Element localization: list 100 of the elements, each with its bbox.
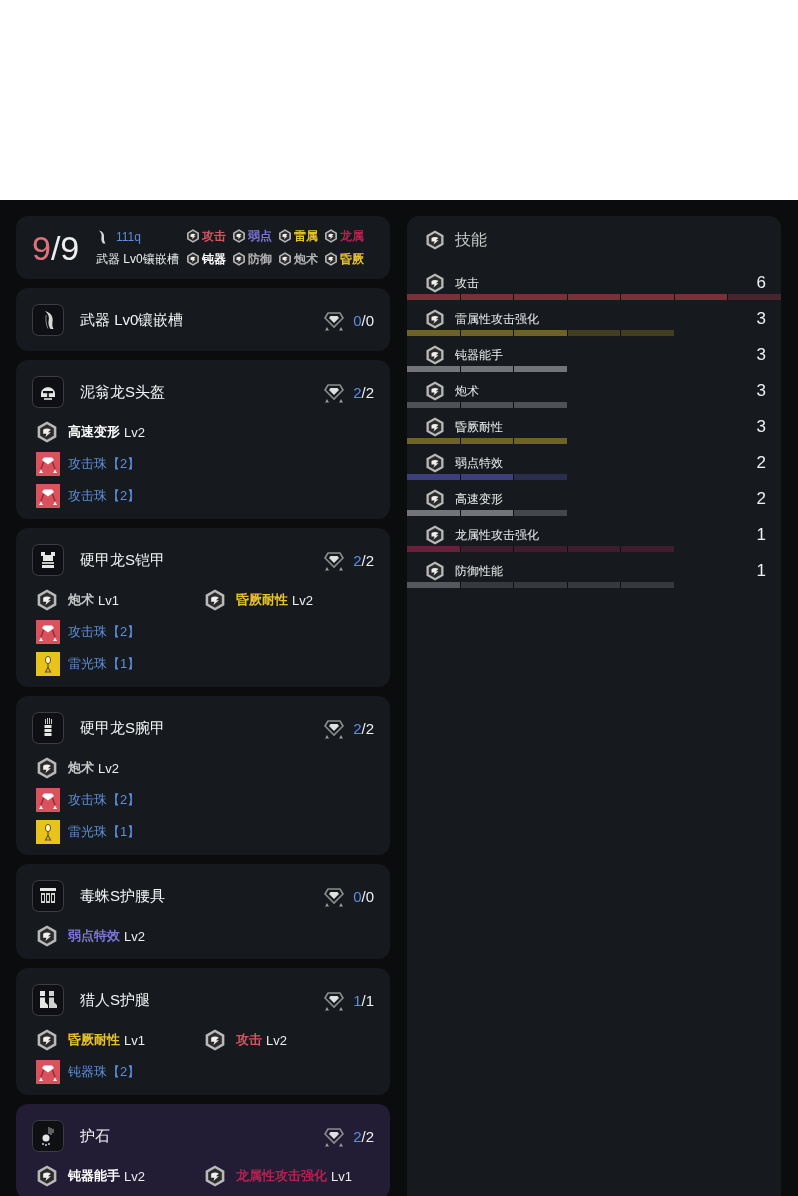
- skill-level: Lv2: [124, 1168, 145, 1184]
- skill-points: 2: [756, 489, 766, 509]
- hexagon-badge-icon: [36, 925, 58, 947]
- skill-label: 钝器: [202, 251, 226, 267]
- skill-name: 雷属性攻击强化: [455, 310, 539, 328]
- hexagon-badge-icon: [425, 417, 445, 437]
- blade-icon: [98, 229, 106, 244]
- skill-points: 3: [756, 345, 766, 365]
- hexagon-badge-icon: [324, 229, 338, 243]
- slot-count: 2/2: [353, 719, 374, 737]
- skill-name: 钝器能手: [68, 1167, 120, 1185]
- hexagon-badge-icon: [425, 561, 445, 581]
- slot-count: 2/2: [353, 383, 374, 401]
- skill-points: 2: [756, 453, 766, 473]
- slot-count: 2/2: [353, 1127, 374, 1145]
- hexagon-badge-icon: [204, 589, 226, 611]
- skill-name: 弱点特效: [68, 927, 120, 945]
- hexagon-badge-icon: [425, 525, 445, 545]
- skill-label: 炮术: [294, 251, 318, 267]
- hexagon-badge-icon: [186, 229, 200, 243]
- skill-name: 攻击: [236, 1031, 262, 1049]
- skill-level: Lv1: [124, 1032, 145, 1048]
- chest-armor-icon: [32, 544, 64, 576]
- gem-icon: [323, 309, 346, 331]
- skill-name: 龙属性攻击强化: [236, 1167, 327, 1185]
- skill-level: Lv1: [98, 592, 119, 608]
- weapon-slot-label: 武器 Lv0镶嵌槽: [96, 250, 180, 268]
- skill-label: 雷属: [294, 228, 318, 244]
- gem-icon: [323, 717, 346, 739]
- skill-label: 弱点: [248, 228, 272, 244]
- gem-icon: [323, 549, 346, 571]
- skill-level: Lv2: [98, 760, 119, 776]
- skill-points: 1: [756, 525, 766, 545]
- skill-name: 钝器能手: [455, 346, 503, 364]
- skill-level: Lv2: [292, 592, 313, 608]
- skill-name: 弱点特效: [455, 454, 503, 472]
- slot-count: 0/0: [353, 887, 374, 905]
- decoration-name: 攻击珠【2】: [68, 623, 141, 641]
- slot-count: 2/2: [353, 551, 374, 569]
- skill-level: Lv1: [331, 1168, 352, 1184]
- gauntlet-icon: [32, 712, 64, 744]
- skill-name: 昏厥耐性: [68, 1031, 120, 1049]
- skill-points: 1: [756, 561, 766, 581]
- skill-points: 3: [756, 417, 766, 437]
- gem-icon: [323, 1125, 346, 1147]
- belt-icon: [32, 880, 64, 912]
- decoration-name: 攻击珠【2】: [68, 455, 141, 473]
- skill-name: 防御性能: [455, 562, 503, 580]
- skill-name: 炮术: [68, 759, 94, 777]
- skill-label: 攻击: [202, 228, 226, 244]
- skill-points: 3: [756, 381, 766, 401]
- blade-icon: [32, 304, 64, 336]
- gem-icon: [323, 885, 346, 907]
- skill-label: 龙属: [340, 228, 364, 244]
- gem-icon: [323, 989, 346, 1011]
- skill-name: 高速变形: [455, 490, 503, 508]
- decoration-name: 攻击珠【2】: [68, 487, 141, 505]
- hexagon-badge-icon: [278, 229, 292, 243]
- skill-points: 3: [756, 309, 766, 329]
- skill-label: 防御: [248, 251, 272, 267]
- hexagon-badge-icon: [425, 489, 445, 509]
- skill-level: Lv2: [124, 424, 145, 440]
- helmet-icon: [32, 376, 64, 408]
- skill-name: 高速变形: [68, 423, 120, 441]
- hexagon-badge-icon: [36, 589, 58, 611]
- hexagon-badge-icon: [278, 252, 292, 266]
- hexagon-badge-icon: [425, 230, 445, 250]
- slot-count: 0/0: [353, 311, 374, 329]
- hexagon-badge-icon: [204, 1165, 226, 1187]
- pendant-icon: [32, 1120, 64, 1152]
- hexagon-badge-icon: [425, 309, 445, 329]
- decoration-name: 雷光珠【1】: [68, 655, 141, 673]
- skill-points: 6: [756, 273, 766, 293]
- hexagon-badge-icon: [186, 252, 200, 266]
- equipment-name: 武器 Lv0镶嵌槽: [80, 310, 184, 330]
- hexagon-badge-icon: [425, 273, 445, 293]
- skill-level: Lv2: [266, 1032, 287, 1048]
- skill-level: Lv2: [124, 928, 145, 944]
- hexagon-badge-icon: [36, 757, 58, 779]
- decoration-name: 攻击珠【2】: [68, 791, 141, 809]
- skill-name: 攻击: [455, 274, 479, 292]
- decoration-name: 钝器珠【2】: [68, 1063, 141, 1081]
- hexagon-badge-icon: [324, 252, 338, 266]
- hexagon-badge-icon: [36, 1029, 58, 1051]
- skill-name: 炮术: [68, 591, 94, 609]
- hexagon-badge-icon: [204, 1029, 226, 1051]
- boots-icon: [32, 984, 64, 1016]
- hexagon-badge-icon: [36, 421, 58, 443]
- gem-icon: [323, 381, 346, 403]
- weapon-value: 111q: [116, 228, 141, 246]
- equipment-name: 泥翁龙S头盔: [80, 382, 165, 402]
- skill-name: 炮术: [455, 382, 479, 400]
- panel-title: 技能: [455, 229, 487, 250]
- hexagon-badge-icon: [232, 229, 246, 243]
- hexagon-badge-icon: [425, 381, 445, 401]
- equipment-name: 毒蛛S护腰具: [80, 886, 165, 906]
- equipment-name: 猎人S护腿: [80, 990, 150, 1010]
- hexagon-badge-icon: [36, 1165, 58, 1187]
- slot-summary: 9/9: [32, 227, 80, 268]
- equipment-name: 硬甲龙S铠甲: [80, 550, 165, 570]
